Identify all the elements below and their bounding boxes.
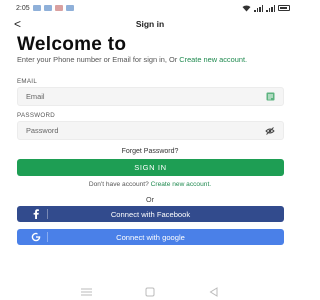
battery-icon xyxy=(278,5,290,11)
facebook-connect-label: Connect with Facebook xyxy=(110,209,191,219)
google-connect-label: Connect with google xyxy=(116,232,185,242)
status-bar: 2:05 xyxy=(0,0,300,16)
no-account-text: Don't have account? Create new account. xyxy=(0,181,300,188)
signal-icon xyxy=(266,4,275,12)
top-nav-bar: < Sign in xyxy=(0,16,300,32)
password-label: PASSWORD xyxy=(17,112,56,119)
status-right xyxy=(242,4,290,12)
status-left: 2:05 xyxy=(16,5,74,12)
notification-icon xyxy=(32,5,41,11)
page-title: Sign in xyxy=(135,19,165,29)
email-field[interactable] xyxy=(26,92,265,101)
instructions-text: Enter your Phone number or Email for sig… xyxy=(17,55,287,65)
google-icon xyxy=(31,232,41,242)
wifi-icon xyxy=(242,4,251,11)
facebook-connect-button[interactable]: Connect with Facebook xyxy=(17,206,284,222)
button-divider xyxy=(47,232,48,242)
back-button[interactable]: < xyxy=(14,16,21,32)
or-divider: Or xyxy=(146,195,154,204)
sign-in-button[interactable]: SIGN IN xyxy=(17,159,284,176)
instructions-line: Enter your Phone number or Email for sig… xyxy=(17,55,180,64)
signal-icon xyxy=(254,4,263,12)
facebook-icon xyxy=(31,209,41,219)
notification-icon xyxy=(65,5,74,11)
contact-card-icon xyxy=(265,92,275,102)
password-field-container xyxy=(17,121,284,140)
email-field-container xyxy=(17,87,284,106)
forgot-password-link[interactable]: Forget Password? xyxy=(0,148,300,155)
notification-icon xyxy=(43,5,52,11)
system-nav-bar xyxy=(0,284,300,300)
welcome-heading: Welcome to xyxy=(17,34,127,55)
create-account-link[interactable]: Create new account. xyxy=(151,181,211,188)
create-account-link[interactable]: Create new account. xyxy=(179,55,247,64)
eye-off-icon[interactable] xyxy=(265,126,275,136)
password-field[interactable] xyxy=(26,126,265,135)
no-account-label: Don't have account? xyxy=(88,181,151,188)
button-divider xyxy=(47,209,48,219)
email-label: EMAIL xyxy=(17,78,38,85)
google-connect-button[interactable]: Connect with google xyxy=(17,229,284,245)
status-time: 2:05 xyxy=(16,4,30,12)
notification-icon xyxy=(54,5,63,11)
menu-icon[interactable] xyxy=(80,286,94,298)
back-nav-icon[interactable] xyxy=(206,286,220,298)
home-icon[interactable] xyxy=(143,286,157,298)
